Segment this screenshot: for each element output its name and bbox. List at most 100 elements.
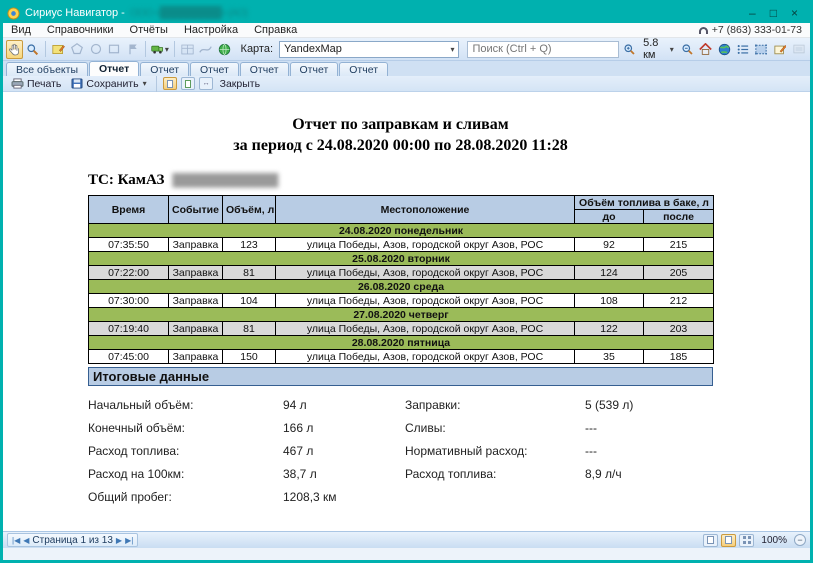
prev-page-button[interactable]: ◀ bbox=[23, 536, 29, 545]
fuel-events-table: Время Событие Объём, л Местоположение Об… bbox=[88, 195, 714, 364]
search-input[interactable] bbox=[467, 41, 619, 58]
menu-view[interactable]: Вид bbox=[3, 24, 39, 36]
summary-label: Нормативный расход: bbox=[405, 444, 585, 458]
summary-empty bbox=[405, 490, 585, 504]
summary-label: Заправки: bbox=[405, 398, 585, 412]
headset-icon bbox=[699, 27, 708, 34]
minimize-button[interactable]: – bbox=[749, 7, 756, 19]
summary-value: 8,9 л/ч bbox=[585, 467, 713, 481]
map-select[interactable]: YandexMap ▾ bbox=[279, 41, 459, 58]
zoom-out-button[interactable]: − bbox=[794, 534, 806, 546]
maximize-button[interactable]: □ bbox=[770, 7, 777, 19]
vehicle-redacted: ██████████████ bbox=[172, 173, 277, 188]
world-icon bbox=[718, 43, 731, 56]
statusbar: |◀ ◀ Страница 1 из 13 ▶ ▶| 100% − bbox=[3, 531, 810, 548]
last-page-button[interactable]: ▶| bbox=[125, 536, 133, 545]
table-row[interactable]: 07:19:40Заправка81улица Победы, Азов, го… bbox=[89, 322, 714, 336]
first-page-button[interactable]: |◀ bbox=[12, 536, 20, 545]
save-button[interactable]: Сохранить ▾ bbox=[68, 78, 149, 90]
layout-multi-button[interactable] bbox=[739, 534, 754, 547]
toolbar-separator bbox=[145, 41, 146, 57]
tab-report-3[interactable]: Отчет bbox=[190, 62, 239, 76]
chevron-down-icon: ▾ bbox=[143, 79, 147, 88]
page-icon bbox=[725, 536, 732, 544]
menu-help[interactable]: Справка bbox=[246, 24, 305, 36]
tab-report-4[interactable]: Отчет bbox=[240, 62, 289, 76]
route-button[interactable] bbox=[197, 40, 214, 59]
close-label: Закрыть bbox=[220, 78, 260, 90]
table-icon bbox=[181, 44, 194, 55]
summary-value: 94 л bbox=[283, 398, 405, 412]
notes-button[interactable] bbox=[772, 40, 789, 59]
legend-button[interactable] bbox=[735, 40, 752, 59]
summary-label: Расход на 100км: bbox=[88, 467, 283, 481]
day-header-row: 26.08.2020 среда bbox=[89, 280, 714, 294]
summary-value: --- bbox=[585, 444, 713, 458]
view-single-page-button[interactable] bbox=[163, 77, 177, 90]
zoom-in-button[interactable] bbox=[621, 40, 638, 59]
toolbar-separator bbox=[174, 41, 175, 57]
col-header-before: до bbox=[575, 210, 644, 224]
polygon-tool-button[interactable] bbox=[69, 40, 86, 59]
rectangle-tool-button[interactable] bbox=[106, 40, 123, 59]
geozones-button[interactable] bbox=[216, 40, 233, 59]
table-row[interactable]: 07:30:00Заправка104улица Победы, Азов, г… bbox=[89, 294, 714, 308]
vehicle-button[interactable]: ▾ bbox=[150, 40, 170, 59]
home-button[interactable] bbox=[697, 40, 714, 59]
summary-label: Расход топлива: bbox=[405, 467, 585, 481]
window-bottom-frame bbox=[3, 548, 810, 560]
col-header-volume: Объём, л bbox=[223, 196, 276, 224]
zoom-tool-button[interactable] bbox=[25, 40, 42, 59]
circle-tool-button[interactable] bbox=[87, 40, 104, 59]
tab-strip: Все объекты Отчет Отчет Отчет Отчет Отче… bbox=[3, 61, 810, 76]
table-row[interactable]: 07:22:00Заправка81улица Победы, Азов, го… bbox=[89, 266, 714, 280]
support-phone: +7 (863) 333-01-73 bbox=[712, 24, 802, 36]
table-row[interactable]: 07:45:00Заправка150улица Победы, Азов, г… bbox=[89, 350, 714, 364]
next-page-button[interactable]: ▶ bbox=[116, 536, 122, 545]
selection-area-button[interactable] bbox=[753, 40, 770, 59]
vehicle-label: ТС: КамАЗ bbox=[88, 172, 164, 189]
print-button[interactable]: Печать bbox=[8, 78, 64, 90]
magnifier-plus-icon bbox=[623, 43, 636, 56]
list-icon bbox=[737, 44, 749, 55]
globe-icon bbox=[218, 43, 231, 56]
flag-tool-button[interactable] bbox=[124, 40, 141, 59]
tab-report-active[interactable]: Отчет bbox=[89, 61, 139, 76]
summary-grid: Начальный объём: 94 л Заправки: 5 (539 л… bbox=[88, 398, 713, 504]
col-header-fuel-group: Объём топлива в баке, л bbox=[575, 196, 714, 210]
tab-all-objects[interactable]: Все объекты bbox=[6, 62, 88, 76]
layout-single-button[interactable] bbox=[703, 534, 718, 547]
edit-map-button[interactable] bbox=[50, 40, 67, 59]
tab-report-5[interactable]: Отчет bbox=[290, 62, 339, 76]
world-map-button[interactable] bbox=[716, 40, 733, 59]
close-button[interactable]: × bbox=[791, 7, 798, 19]
menu-reports[interactable]: Отчёты bbox=[122, 24, 176, 36]
day-header-row: 28.08.2020 пятница bbox=[89, 336, 714, 350]
menu-settings[interactable]: Настройка bbox=[176, 24, 246, 36]
window-title: Сириус Навигатор - bbox=[25, 7, 125, 19]
day-header-row: 25.08.2020 вторник bbox=[89, 252, 714, 266]
fit-page-button[interactable]: ↔ bbox=[199, 77, 213, 90]
view-continuous-button[interactable] bbox=[181, 77, 195, 90]
track-table-button[interactable] bbox=[179, 40, 196, 59]
toolbar-separator bbox=[156, 76, 157, 92]
printer-icon bbox=[11, 78, 24, 89]
layout-fit-button[interactable] bbox=[721, 534, 736, 547]
table-header-row: Время Событие Объём, л Местоположение Об… bbox=[89, 196, 714, 210]
truck-icon bbox=[151, 43, 164, 55]
pan-tool-button[interactable] bbox=[6, 40, 23, 59]
table-row[interactable]: 07:35:50Заправка123улица Победы, Азов, г… bbox=[89, 238, 714, 252]
tab-report-6[interactable]: Отчет bbox=[339, 62, 388, 76]
scale-select[interactable]: 5.8 км ▾ bbox=[640, 37, 677, 61]
selection-frame-icon bbox=[755, 44, 767, 55]
summary-label: Сливы: bbox=[405, 421, 585, 435]
snapshot-button[interactable] bbox=[790, 40, 807, 59]
scale-value: 5.8 км bbox=[643, 37, 667, 61]
menu-directories[interactable]: Справочники bbox=[39, 24, 122, 36]
tab-report-2[interactable]: Отчет bbox=[140, 62, 189, 76]
zoom-out-button[interactable] bbox=[679, 40, 696, 59]
close-report-button[interactable]: Закрыть bbox=[217, 78, 263, 90]
summary-value: 38,7 л bbox=[283, 467, 405, 481]
page-navigator: |◀ ◀ Страница 1 из 13 ▶ ▶| bbox=[7, 533, 138, 547]
day-header-row: 27.08.2020 четверг bbox=[89, 308, 714, 322]
